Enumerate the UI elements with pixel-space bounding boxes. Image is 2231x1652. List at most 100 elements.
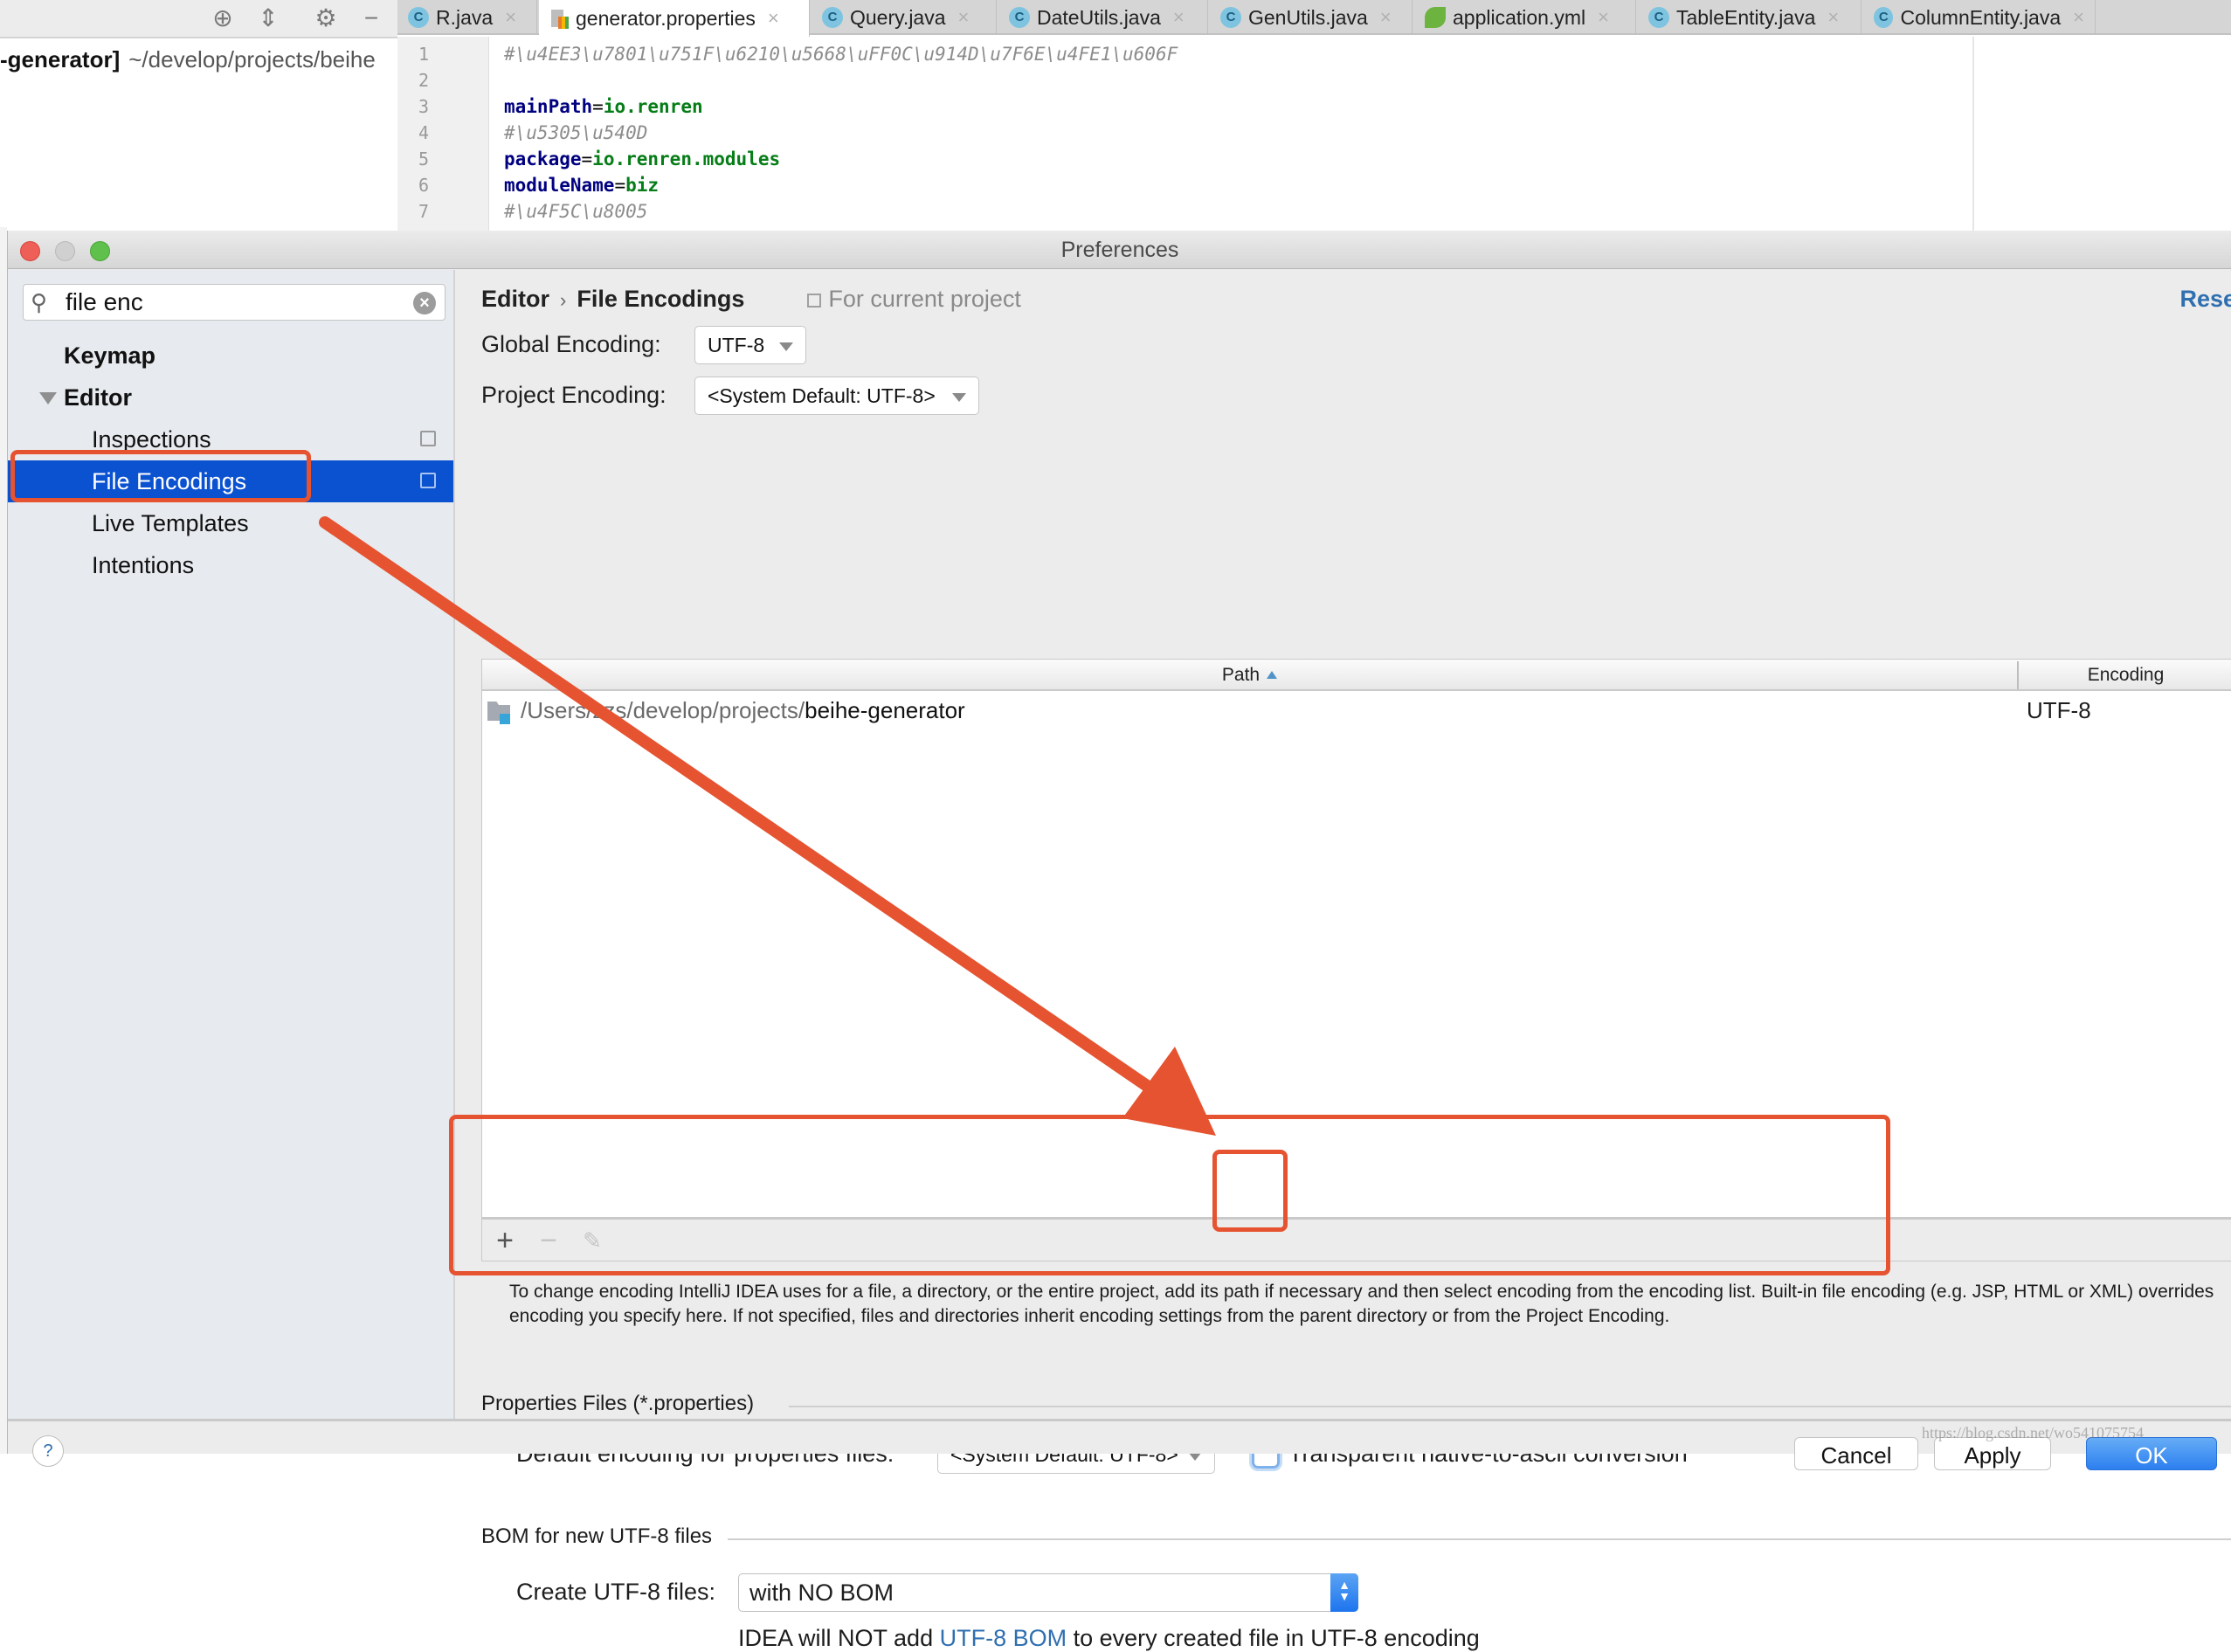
close-icon[interactable]: ×	[768, 7, 779, 30]
sidebar-item-label: Live Templates	[92, 510, 249, 536]
tab-r-java[interactable]: C R.java ×	[397, 0, 537, 35]
code-editor[interactable]: 1 2 3 4 5 6 7 #\u4EE3\u7801\u751F\u6210\…	[397, 37, 2231, 231]
project-tree-edge	[0, 227, 7, 1454]
code-line: package=io.renren.modules	[504, 149, 781, 169]
close-icon[interactable]: ×	[1827, 6, 1839, 29]
code-line: #\u4F5C\u8005	[504, 201, 647, 222]
watermark: https://blog.csdn.net/wo541075754	[1922, 1424, 2144, 1441]
line-number: 4	[418, 122, 430, 143]
tab-label: R.java	[436, 5, 494, 29]
project-path: ~/develop/projects/beihe	[128, 46, 376, 73]
breadcrumb-separator: ›	[560, 289, 567, 311]
global-encoding-label: Global Encoding:	[481, 331, 661, 357]
sidebar-item-label: Intentions	[92, 552, 195, 578]
property-key: package	[504, 149, 582, 169]
reset-link[interactable]: Reset	[2179, 286, 2231, 313]
breadcrumb-current: File Encodings	[577, 286, 745, 312]
row-encoding[interactable]: UTF-8	[2027, 693, 2091, 728]
dialog-footer: ? Cancel Apply OK	[8, 1419, 2231, 1470]
java-class-icon: C	[1009, 7, 1030, 28]
help-text: To change encoding IntelliJ IDEA uses fo…	[509, 1282, 2214, 1326]
project-scope-icon	[420, 431, 436, 446]
create-utf8-select[interactable]: with NO BOM ▲ ▼	[738, 1573, 1358, 1612]
dialog-titlebar: Preferences	[8, 231, 2231, 269]
annotation-box-checkbox	[1212, 1150, 1288, 1232]
java-class-icon: C	[822, 7, 843, 28]
tab-label: TableEntity.java	[1676, 5, 1816, 29]
sidebar-item-editor[interactable]: Editor	[8, 377, 453, 418]
bom-note: IDEA will NOT add UTF-8 BOM to every cre…	[738, 1625, 1480, 1652]
code-line: mainPath=io.renren	[504, 96, 703, 117]
project-toolbar: ⊕ ⇕ ⚙ −	[0, 0, 397, 38]
collapse-icon[interactable]: ⇕	[253, 3, 283, 33]
code-comment: #\u5305\u540D	[504, 122, 648, 143]
tab-dateutils-java[interactable]: C DateUtils.java ×	[998, 0, 1208, 35]
code-comment: #\u4F5C\u8005	[504, 201, 648, 222]
select-value: with NO BOM	[749, 1579, 894, 1606]
tab-label: ColumnEntity.java	[1900, 5, 2062, 29]
close-icon[interactable]: ×	[1380, 6, 1392, 29]
annotation-box-properties-section	[449, 1115, 1890, 1275]
module-badge-icon	[500, 714, 510, 724]
line-number: 2	[418, 70, 430, 91]
tab-query-java[interactable]: C Query.java ×	[812, 0, 997, 35]
tab-tableentity-java[interactable]: C TableEntity.java ×	[1638, 0, 1861, 35]
tab-application-yml[interactable]: application.yml ×	[1414, 0, 1636, 35]
java-class-icon: C	[1648, 7, 1669, 28]
tab-generator-properties[interactable]: generator.properties ×	[539, 0, 810, 37]
global-encoding-select[interactable]: UTF-8	[694, 326, 806, 364]
project-scope-icon	[807, 294, 822, 308]
tab-label: application.yml	[1453, 5, 1586, 29]
close-icon[interactable]: ×	[1598, 6, 1609, 29]
column-label: Encoding	[2087, 665, 2165, 685]
tab-columnentity-java[interactable]: C ColumnEntity.java ×	[1863, 0, 2096, 35]
editor-tabs: C R.java × generator.properties × C Quer…	[397, 0, 2231, 37]
breadcrumb-parent[interactable]: Editor	[481, 286, 549, 312]
java-class-icon: C	[1874, 7, 1894, 28]
sidebar-item-keymap[interactable]: Keymap	[8, 335, 453, 377]
java-class-icon: C	[408, 7, 429, 28]
close-icon[interactable]: ×	[958, 6, 970, 29]
close-icon[interactable]: ×	[1173, 6, 1185, 29]
line-number: 3	[418, 96, 430, 117]
crosshair-icon[interactable]: ⊕	[208, 3, 238, 33]
project-encoding-label: Project Encoding:	[481, 382, 667, 408]
chevron-down-icon	[952, 393, 966, 402]
project-tree-root[interactable]: -generator] ~/develop/projects/beihe	[0, 42, 397, 77]
gear-icon[interactable]: ⚙	[311, 3, 341, 33]
code-comment: #\u4EE3\u7801\u751F\u6210\u5668\uFF0C\u9…	[504, 44, 1178, 65]
help-button[interactable]: ?	[32, 1435, 64, 1467]
sidebar-item-intentions[interactable]: Intentions	[8, 544, 453, 586]
sidebar-item-live-templates[interactable]: Live Templates	[8, 502, 453, 544]
search-input[interactable]	[66, 288, 397, 316]
line-number: 7	[418, 201, 430, 222]
settings-search[interactable]: ⚲ ×	[23, 284, 446, 321]
close-icon[interactable]: ×	[2073, 6, 2084, 29]
up-down-chevron-icon: ▲ ▼	[1330, 1573, 1358, 1612]
sort-ascending-icon	[1267, 671, 1278, 679]
minimize-icon[interactable]: −	[356, 3, 386, 33]
tab-genutils-java[interactable]: C GenUtils.java ×	[1210, 0, 1413, 35]
clear-search-icon[interactable]: ×	[413, 292, 436, 315]
tab-label: DateUtils.java	[1037, 5, 1161, 29]
path-name: beihe-generator	[805, 697, 965, 723]
project-encoding-select[interactable]: <System Default: UTF-8>	[694, 377, 979, 415]
search-icon[interactable]: ⚲	[31, 289, 47, 316]
sidebar-item-label: Editor	[64, 384, 132, 411]
note-text: IDEA will NOT add	[738, 1625, 940, 1651]
note-text: to every created file in UTF-8 encoding	[1067, 1625, 1480, 1651]
table-row[interactable]: /Users/zzs/develop/projects/beihe-genera…	[482, 693, 2231, 728]
column-header-path[interactable]: Path	[482, 660, 2017, 691]
properties-file-icon	[549, 8, 569, 29]
dialog-title: Preferences	[1060, 238, 1179, 262]
property-value: io.renren	[603, 96, 703, 117]
column-header-encoding[interactable]: Encoding	[2019, 660, 2231, 691]
table-header: Path Encoding	[482, 660, 2231, 691]
cancel-button[interactable]: Cancel	[1794, 1437, 1918, 1470]
line-number: 5	[418, 149, 430, 169]
line-number: 1	[418, 44, 430, 65]
expand-triangle-icon[interactable]	[39, 392, 57, 404]
close-icon[interactable]: ×	[505, 6, 516, 29]
property-key: moduleName	[504, 175, 615, 196]
utf8-bom-link[interactable]: UTF-8 BOM	[940, 1625, 1067, 1651]
